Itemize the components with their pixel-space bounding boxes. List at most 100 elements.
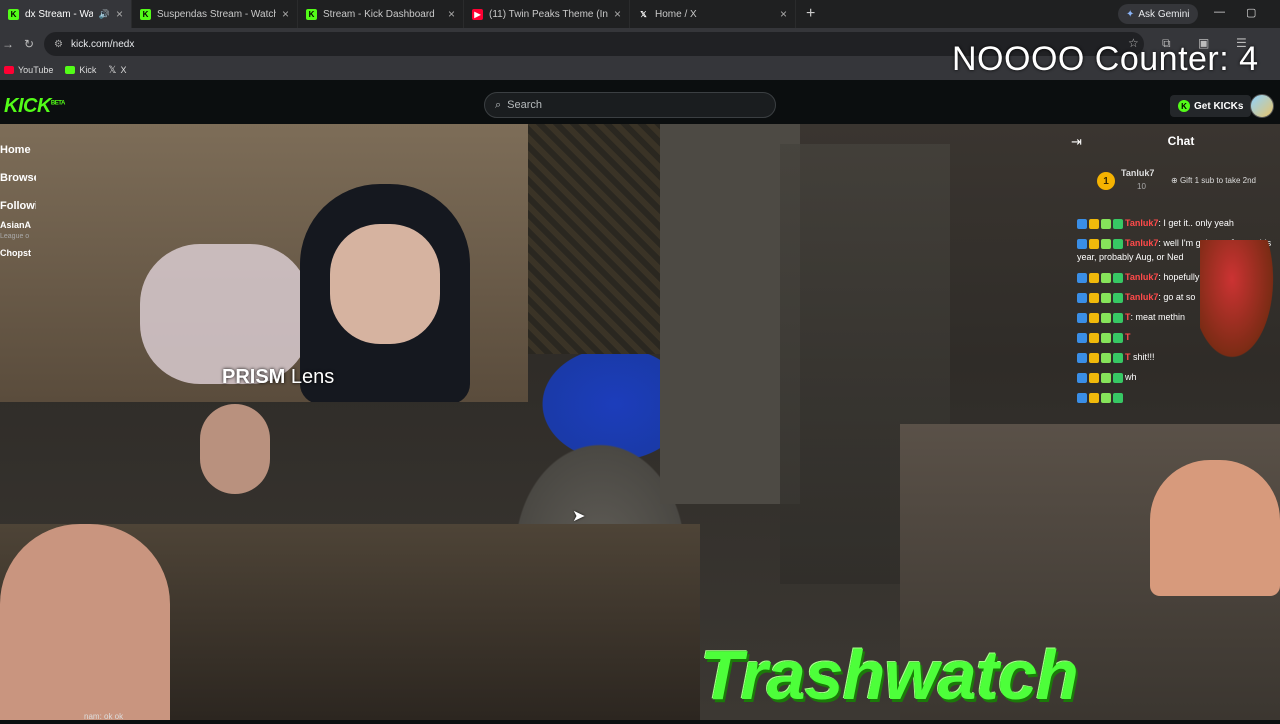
trashwatch-banner: Trashwatch — [700, 636, 1079, 714]
chat-username[interactable]: Tanluk7 — [1125, 292, 1158, 302]
user-badges — [1077, 238, 1123, 249]
badge-icon — [1101, 332, 1111, 343]
badge-icon — [1113, 292, 1123, 303]
chat-message — [1077, 390, 1277, 404]
search-input[interactable]: ⌕ Search — [484, 92, 776, 118]
sidebar-item-following[interactable]: Following — [0, 192, 36, 220]
x-icon: 𝕏 — [640, 9, 647, 19]
rank-badge: 1 — [1097, 172, 1115, 190]
browser-tab-bar: K dx Stream - Watch Live o 🔊 × K Suspend… — [0, 0, 1280, 28]
badge-icon — [1113, 352, 1123, 363]
bookmark-x[interactable]: 𝕏 X — [108, 65, 126, 76]
close-tab-icon[interactable]: × — [116, 7, 123, 21]
site-info-icon[interactable]: ⚙ — [54, 39, 63, 50]
badge-icon — [1089, 332, 1099, 343]
get-kicks-button[interactable]: K Get KICKs — [1170, 95, 1252, 117]
chat-username[interactable]: T — [1125, 332, 1131, 342]
badge-icon — [1101, 292, 1111, 303]
chat-panel: ⇥ Chat 1 Tanluk7 10 ⊕ Gift 1 sub to take… — [1047, 124, 1280, 720]
badge-icon — [1077, 218, 1087, 229]
top-gifter-name: Tanluk7 — [1121, 168, 1155, 178]
badge-icon — [1077, 372, 1087, 383]
x-icon: 𝕏 — [108, 64, 117, 76]
search-icon: ⌕ — [495, 98, 502, 111]
badge-icon — [1077, 292, 1087, 303]
wallpaper-background — [528, 124, 668, 354]
tab-home-x[interactable]: 𝕏 Home / X × — [630, 0, 796, 28]
sidebar-channel[interactable]: AsianA League o — [0, 220, 36, 242]
badge-icon — [1077, 238, 1087, 249]
badge-icon — [1089, 272, 1099, 283]
user-badges — [1077, 272, 1123, 283]
kick-icon: K — [306, 8, 317, 20]
kick-icon — [65, 66, 76, 74]
badge-icon — [1101, 352, 1111, 363]
badge-icon — [1089, 372, 1099, 383]
prism-lens-watermark: PRISM Lens — [222, 366, 335, 388]
badge-icon — [1089, 292, 1099, 303]
badge-icon — [1101, 392, 1111, 403]
ask-gemini-button[interactable]: ✦ Ask Gemini — [1118, 4, 1198, 24]
user-avatar[interactable] — [1250, 94, 1274, 118]
overlay-face-small — [200, 404, 270, 494]
badge-icon — [1113, 238, 1123, 249]
tab-suspendas-stream[interactable]: K Suspendas Stream - Watch Live × — [132, 0, 298, 28]
minimize-icon[interactable]: — — [1214, 6, 1225, 18]
door-background — [660, 124, 800, 504]
badge-icon — [1089, 352, 1099, 363]
kick-icon: K — [140, 8, 151, 20]
chat-title: Chat — [1167, 134, 1195, 148]
chat-message-text: : I get it.. only yeah — [1158, 218, 1234, 228]
badge-icon — [1113, 392, 1123, 403]
tab-nedx-stream[interactable]: K dx Stream - Watch Live o 🔊 × — [0, 0, 132, 28]
badge-icon — [1113, 218, 1123, 229]
sidebar-item-browse[interactable]: Browse — [0, 164, 36, 192]
user-badges — [1077, 332, 1123, 343]
chat-message: Tanluk7: I get it.. only yeah — [1077, 216, 1277, 230]
tab-kick-dashboard[interactable]: K Stream - Kick Dashboard × — [298, 0, 464, 28]
forward-icon[interactable]: → — [2, 37, 14, 51]
close-tab-icon[interactable]: × — [448, 7, 455, 21]
close-tab-icon[interactable]: × — [614, 7, 621, 21]
badge-icon — [1077, 392, 1087, 403]
kick-logo[interactable]: KICKBETA — [4, 95, 65, 118]
user-badges — [1077, 352, 1123, 363]
sidebar-item-home[interactable]: Home — [0, 136, 36, 164]
person-face — [330, 224, 440, 344]
close-tab-icon[interactable]: × — [282, 7, 289, 21]
badge-icon — [1101, 272, 1111, 283]
badge-icon — [1113, 272, 1123, 283]
badge-icon — [1077, 312, 1087, 323]
bookmark-youtube[interactable]: YouTube — [4, 65, 53, 75]
chat-message-text: shit!!! — [1130, 352, 1155, 362]
kick-header: KICKBETA ⌕ Search K Get KICKs — [0, 86, 1280, 124]
tab-twin-peaks[interactable]: ▶ (11) Twin Peaks Theme (Instrum × — [464, 0, 630, 28]
user-badges — [1077, 312, 1123, 323]
reload-icon[interactable]: ↻ — [24, 37, 34, 51]
chat-message: wh — [1077, 370, 1277, 384]
bookmark-kick[interactable]: Kick — [65, 65, 96, 75]
close-tab-icon[interactable]: × — [780, 7, 787, 21]
badge-icon — [1089, 392, 1099, 403]
badge-icon — [1089, 238, 1099, 249]
left-sidebar: Home Browse Following AsianA League o Ch… — [0, 124, 36, 724]
chat-header: ⇥ Chat — [1047, 124, 1280, 160]
chat-username[interactable]: Tanluk7 — [1125, 218, 1158, 228]
badge-icon — [1089, 312, 1099, 323]
user-badges — [1077, 392, 1123, 403]
maximize-icon[interactable]: ▢ — [1246, 6, 1256, 19]
chat-username[interactable]: Tanluk7 — [1125, 238, 1158, 248]
user-badges — [1077, 218, 1123, 229]
kick-icon: K — [8, 8, 19, 20]
chat-message-text: : meat methin — [1130, 312, 1186, 322]
speaker-icon[interactable]: 🔊 — [99, 9, 110, 20]
sidebar-channel[interactable]: Chopst — [0, 248, 36, 259]
top-gifter-bar[interactable]: 1 Tanluk7 10 ⊕ Gift 1 sub to take 2nd — [1097, 166, 1280, 200]
gift-sub-prompt[interactable]: ⊕ Gift 1 sub to take 2nd — [1171, 176, 1256, 185]
new-tab-icon[interactable]: + — [806, 5, 815, 23]
chat-username[interactable]: Tanluk7 — [1125, 272, 1158, 282]
badge-icon — [1077, 332, 1087, 343]
badge-icon — [1077, 272, 1087, 283]
youtube-icon: ▶ — [472, 8, 483, 20]
badge-icon — [1101, 238, 1111, 249]
